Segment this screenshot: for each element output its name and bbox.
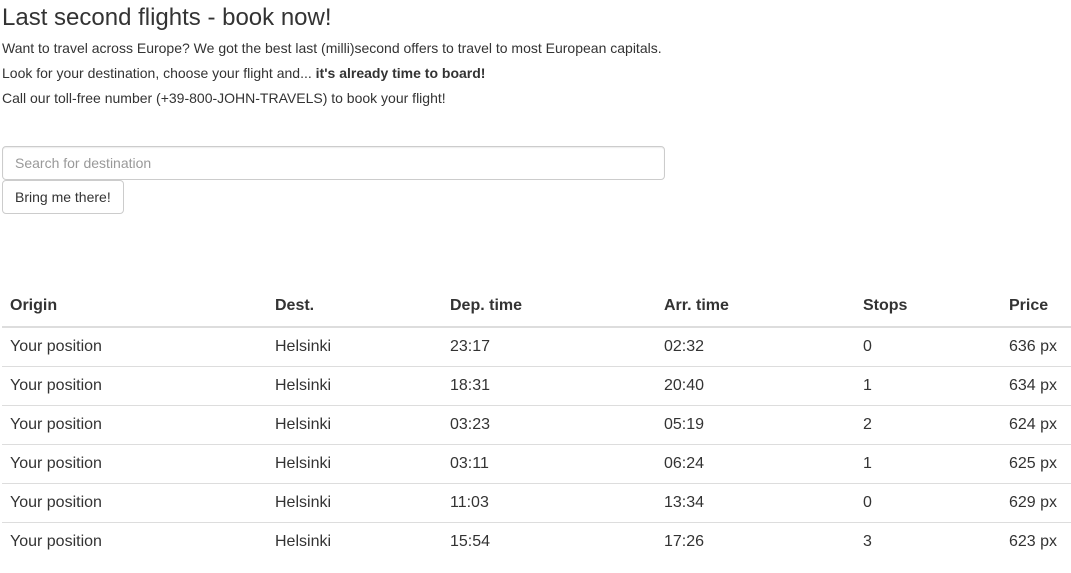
table-row: Your position Helsinki 11:03 13:34 0 629… xyxy=(2,483,1071,523)
cell-origin: Your position xyxy=(2,444,267,484)
search-input[interactable] xyxy=(2,146,665,180)
cell-origin: Your position xyxy=(2,405,267,445)
cell-stops: 3 xyxy=(855,522,1001,561)
cell-departure-time: 03:23 xyxy=(442,405,656,445)
cell-stops: 2 xyxy=(855,405,1001,445)
cell-destination: Helsinki xyxy=(267,444,442,484)
cell-arrival-time: 13:34 xyxy=(656,483,855,523)
cell-destination: Helsinki xyxy=(267,522,442,561)
intro-line-2: Look for your destination, choose your f… xyxy=(2,64,485,82)
cell-price: 636 px xyxy=(1009,338,1058,355)
table-header-row: Origin Dest. Dep. time Arr. time Stops P… xyxy=(2,286,1071,328)
intro-line-1: Want to travel across Europe? We got the… xyxy=(2,40,662,56)
cell-arrival-time: 05:19 xyxy=(656,405,855,445)
cell-departure-time: 11:03 xyxy=(442,483,656,523)
cell-destination: Helsinki xyxy=(275,338,332,355)
cell-departure-time: 15:54 xyxy=(442,522,656,561)
table-row: Your position Helsinki 03:11 06:24 1 625… xyxy=(2,444,1071,484)
cell-stops: 0 xyxy=(863,338,872,355)
cell-departure-time: 03:11 xyxy=(442,444,656,484)
column-header-origin: Origin xyxy=(2,286,267,328)
column-header-stops: Stops xyxy=(855,286,1001,328)
table-row: Your position Helsinki 18:31 20:40 1 634… xyxy=(2,366,1071,406)
intro-line-2-text: Look for your destination, choose your f… xyxy=(2,65,316,81)
column-header-arrival-time: Arr. time xyxy=(656,286,855,328)
cell-departure-time: 23:17 xyxy=(450,338,491,355)
column-header-departure-time: Dep. time xyxy=(442,286,656,328)
table-row: Your position Helsinki 03:23 05:19 2 624… xyxy=(2,405,1071,445)
cell-origin: Your position xyxy=(10,338,102,355)
cell-arrival-time: 17:26 xyxy=(656,522,855,561)
cell-stops: 0 xyxy=(855,483,1001,523)
cell-arrival-time: 06:24 xyxy=(656,444,855,484)
cell-stops: 1 xyxy=(855,366,1001,406)
cell-origin: Your position xyxy=(2,483,267,523)
cell-origin: Your position xyxy=(2,522,267,561)
cell-price: 624 px xyxy=(1001,405,1071,445)
cell-origin: Your position xyxy=(2,366,267,406)
intro-line-3: Call our toll-free number (+39-800-JOHN-… xyxy=(2,90,446,106)
cell-price: 634 px xyxy=(1001,366,1071,406)
table-row: Your position Helsinki 23:17 02:32 0 636… xyxy=(2,327,1071,367)
cell-destination: Helsinki xyxy=(267,483,442,523)
cell-arrival-time: 20:40 xyxy=(656,366,855,406)
table-row: Your position Helsinki 15:54 17:26 3 623… xyxy=(2,522,1071,561)
page-title: Last second flights - book now! xyxy=(2,4,332,31)
cell-departure-time: 18:31 xyxy=(442,366,656,406)
cell-stops: 1 xyxy=(855,444,1001,484)
search-button[interactable]: Bring me there! xyxy=(2,180,124,214)
cell-price: 623 px xyxy=(1001,522,1071,561)
intro-line-2-bold: it's already time to board! xyxy=(315,65,486,81)
cell-destination: Helsinki xyxy=(267,405,442,445)
cell-destination: Helsinki xyxy=(267,366,442,406)
column-header-destination: Dest. xyxy=(267,286,442,328)
cell-price: 629 px xyxy=(1001,483,1071,523)
column-header-price: Price xyxy=(1001,286,1071,328)
flights-table: Origin Dest. Dep. time Arr. time Stops P… xyxy=(2,286,1071,561)
cell-price: 625 px xyxy=(1001,444,1071,484)
cell-arrival-time: 02:32 xyxy=(664,338,705,355)
